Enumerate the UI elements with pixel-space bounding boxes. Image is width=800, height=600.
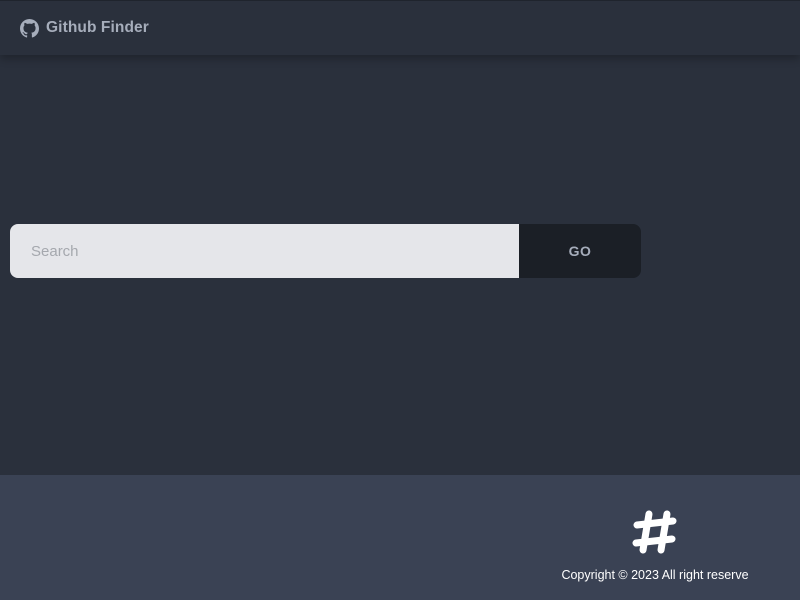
github-icon (20, 18, 39, 38)
navbar: Github Finder (0, 0, 800, 55)
main-content: GO (0, 55, 800, 475)
footer-content: Copyright © 2023 All right reserve (560, 509, 750, 582)
footer: Copyright © 2023 All right reserve (0, 475, 800, 600)
go-button[interactable]: GO (519, 224, 641, 278)
brand-link[interactable]: Github Finder (20, 18, 149, 38)
search-form: GO (10, 224, 641, 278)
page: Github Finder GO Copyright © 2023 All ri… (0, 0, 800, 600)
brand-title: Github Finder (46, 19, 149, 36)
hashtag-icon (632, 509, 678, 555)
search-input[interactable] (10, 224, 519, 278)
copyright-text: Copyright © 2023 All right reserve (561, 568, 749, 582)
